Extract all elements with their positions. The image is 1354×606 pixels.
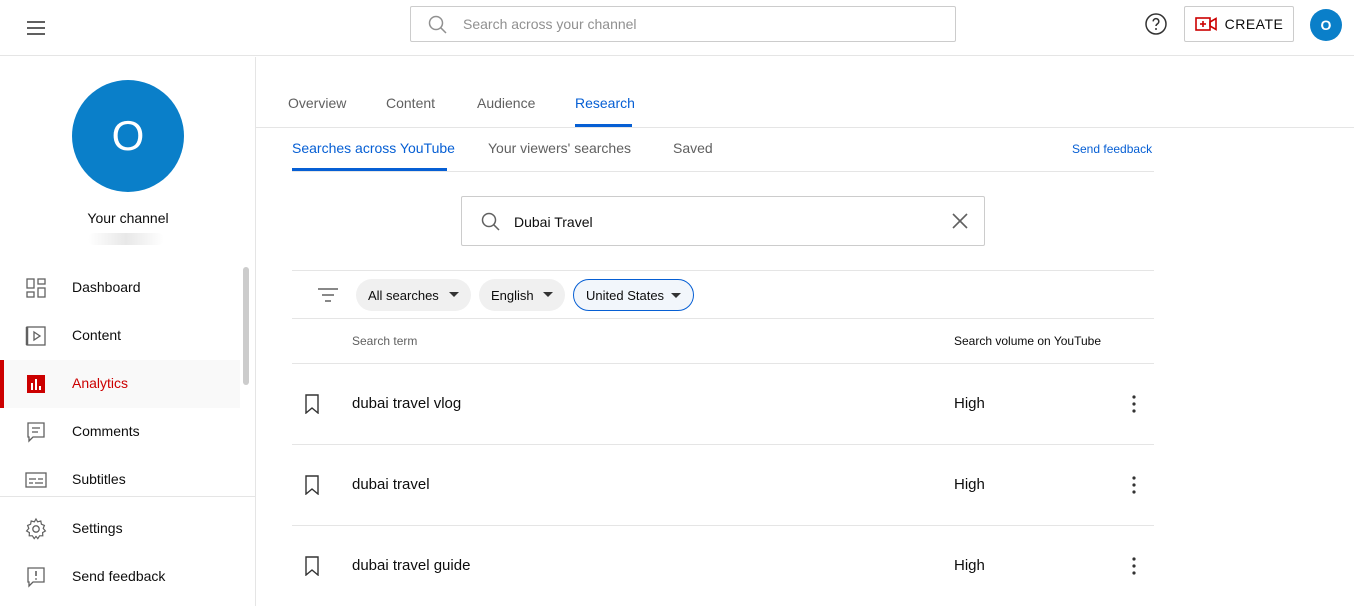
research-sub-tabs: Searches across YouTube Your viewers' se… xyxy=(292,128,1154,172)
account-avatar[interactable]: O xyxy=(1310,9,1342,41)
caret-down-icon xyxy=(543,292,553,297)
create-button-label: CREATE xyxy=(1224,16,1284,32)
sidebar-item-label: Analytics xyxy=(72,375,129,391)
filter-chip-label: English xyxy=(491,287,534,303)
send-feedback-link[interactable]: Send feedback xyxy=(1072,142,1152,156)
sidebar-item-label: Settings xyxy=(72,520,123,536)
sidebar-item-label: Dashboard xyxy=(72,279,141,295)
bookmark-icon[interactable] xyxy=(304,475,320,495)
channel-search-input[interactable] xyxy=(463,13,943,35)
sidebar-scrollbar[interactable] xyxy=(243,267,249,385)
subtab-searches-across-youtube[interactable]: Searches across YouTube xyxy=(292,140,455,156)
more-vert-icon[interactable] xyxy=(1122,554,1146,578)
subtab-your-viewers-searches[interactable]: Your viewers' searches xyxy=(488,140,631,156)
table-row: dubai travel High xyxy=(292,444,1154,525)
analytics-icon xyxy=(27,375,45,393)
sidebar-item-label: Content xyxy=(72,327,122,343)
search-icon xyxy=(428,15,447,34)
sidebar-item-label: Send feedback xyxy=(72,568,166,584)
research-search-input[interactable] xyxy=(514,212,934,232)
filter-chip-country[interactable]: United States xyxy=(573,279,694,311)
feedback-icon xyxy=(27,567,45,588)
filter-chip-all-searches[interactable]: All searches xyxy=(356,279,471,311)
sidebar-item-send-feedback[interactable]: Send feedback xyxy=(0,553,240,601)
search-volume: High xyxy=(954,395,985,412)
content-icon xyxy=(25,326,46,346)
search-volume: High xyxy=(954,557,985,574)
filter-chip-language[interactable]: English xyxy=(479,279,565,311)
comments-icon xyxy=(27,422,45,443)
research-search-box[interactable] xyxy=(461,196,985,246)
caret-down-icon xyxy=(449,292,459,297)
sidebar-item-analytics[interactable]: Analytics xyxy=(0,360,240,408)
channel-search-box[interactable] xyxy=(410,6,956,42)
tab-content[interactable]: Content xyxy=(386,95,435,111)
tab-research[interactable]: Research xyxy=(575,95,635,111)
column-header-search-volume: Search volume on YouTube xyxy=(954,334,1101,348)
sidebar: O Your channel Dashboard Content Analyti… xyxy=(0,57,256,606)
filter-icon[interactable] xyxy=(316,285,340,305)
sidebar-item-dashboard[interactable]: Dashboard xyxy=(0,264,240,312)
search-volume: High xyxy=(954,476,985,493)
filter-bar: All searches English United States xyxy=(292,270,1154,319)
bookmark-icon[interactable] xyxy=(304,556,320,576)
help-icon[interactable] xyxy=(1144,12,1168,36)
channel-label: Your channel xyxy=(87,210,169,226)
caret-down-icon xyxy=(671,293,681,298)
table-row: dubai travel vlog High xyxy=(292,363,1154,444)
subtab-saved[interactable]: Saved xyxy=(673,140,713,156)
analytics-tabs: Overview Content Audience Research xyxy=(256,57,1354,128)
table-row: dubai travel guide High xyxy=(292,525,1154,606)
bookmark-icon[interactable] xyxy=(304,394,320,414)
sidebar-item-content[interactable]: Content xyxy=(0,312,240,360)
gear-icon xyxy=(25,517,47,540)
close-icon[interactable] xyxy=(950,211,970,231)
create-button[interactable]: CREATE xyxy=(1184,6,1294,42)
subtitles-icon xyxy=(25,472,47,488)
top-bar: CREATE O xyxy=(0,0,1354,56)
dashboard-icon xyxy=(26,278,46,298)
more-vert-icon[interactable] xyxy=(1122,392,1146,416)
search-term[interactable]: dubai travel xyxy=(352,476,430,493)
column-header-search-term: Search term xyxy=(352,334,418,348)
channel-name-blurred xyxy=(88,233,164,245)
tab-overview[interactable]: Overview xyxy=(288,95,346,111)
search-term[interactable]: dubai travel vlog xyxy=(352,395,461,412)
active-subtab-indicator xyxy=(292,168,447,171)
more-vert-icon[interactable] xyxy=(1122,473,1146,497)
hamburger-menu-icon[interactable] xyxy=(18,10,54,46)
sidebar-item-settings[interactable]: Settings xyxy=(0,505,240,553)
tab-audience[interactable]: Audience xyxy=(477,95,535,111)
filter-chip-label: All searches xyxy=(368,287,439,303)
search-icon xyxy=(481,212,500,231)
sidebar-item-label: Comments xyxy=(72,423,140,439)
channel-avatar[interactable]: O xyxy=(72,80,184,192)
sidebar-item-label: Subtitles xyxy=(72,471,126,487)
active-tab-indicator xyxy=(575,124,632,127)
sidebar-item-comments[interactable]: Comments xyxy=(0,408,240,456)
sidebar-divider xyxy=(0,496,255,497)
video-camera-plus-icon xyxy=(1194,17,1217,31)
filter-chip-label: United States xyxy=(586,287,665,303)
search-term[interactable]: dubai travel guide xyxy=(352,557,470,574)
